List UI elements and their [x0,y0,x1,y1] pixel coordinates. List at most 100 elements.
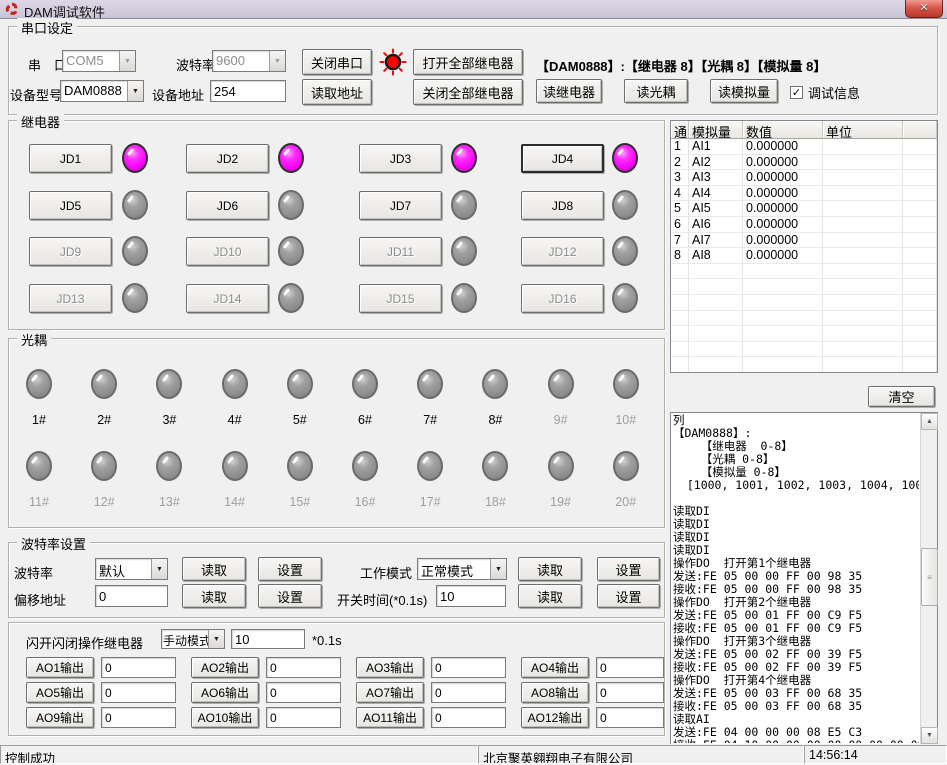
read-addr-button[interactable]: 读取地址 [302,79,372,105]
scrollbar-thumb[interactable]: ≡ [921,548,938,606]
relay-button-jd4[interactable]: JD4 [521,144,604,173]
opto-label-7: 7# [405,413,455,427]
ao-output-button-1[interactable]: AO1输出 [26,657,94,678]
table-cell [743,311,823,327]
table-cell [743,326,823,342]
table-cell [903,295,937,311]
switch-time-label: 开关时间(*0.1s) [337,590,427,609]
ao-value-input-12[interactable] [596,707,664,728]
log-scrollbar[interactable]: ▲ ≡ ▼ [920,413,937,744]
read-analog-button[interactable]: 读模拟量 [710,79,778,103]
clear-log-button[interactable]: 清空 [868,386,935,407]
table-cell: 0.000000 [743,139,823,155]
relay-button-jd2[interactable]: JD2 [186,144,269,173]
table-cell [823,311,903,327]
ao-output-button-11[interactable]: AO11输出 [356,707,424,728]
ao-value-input-1[interactable] [101,657,176,678]
read-relay-button[interactable]: 读继电器 [536,79,602,103]
opto-led-19 [548,451,574,481]
ao-output-button-10[interactable]: AO10输出 [191,707,259,728]
ao-value-input-10[interactable] [266,707,341,728]
ao-value-input-3[interactable] [431,657,506,678]
baud-read-button[interactable]: 读取 [182,557,246,581]
opto-label-9: 9# [536,413,586,427]
open-all-relays-button[interactable]: 打开全部继电器 [413,49,523,75]
switch-time-set-button[interactable]: 设置 [597,584,660,608]
table-cell: 5 [671,201,689,217]
chevron-down-icon: ▼ [119,51,135,71]
read-opto-button[interactable]: 读光耦 [624,79,688,103]
relay-button-jd6[interactable]: JD6 [186,191,269,220]
debug-info-checkbox[interactable]: ✓ 调试信息 [790,83,860,102]
table-row [671,357,937,373]
relay-button-jd1[interactable]: JD1 [29,144,112,173]
thumb-grip-icon: ≡ [927,573,932,582]
table-row: 3AI30.000000 [671,170,937,186]
table-cell: 0.000000 [743,201,823,217]
ao-value-input-8[interactable] [596,682,664,703]
relay-button-jd5[interactable]: JD5 [29,191,112,220]
opto-label-5: 5# [275,413,325,427]
opto-label-13: 13# [144,495,194,509]
model-label: 设备型号 [10,85,62,104]
close-button[interactable]: ✕ [905,0,943,18]
com-port-select[interactable]: COM5 ▼ [62,50,136,72]
baud-select[interactable]: 9600 ▼ [212,50,286,72]
device-addr-input[interactable] [210,80,286,102]
baud-value: 9600 [213,51,269,71]
baud-settings-group-label: 波特率设置 [17,534,90,553]
ao-output-button-3[interactable]: AO3输出 [356,657,424,678]
table-cell [671,342,689,358]
ao-value-input-5[interactable] [101,682,176,703]
ao-output-button-8[interactable]: AO8输出 [521,682,589,703]
table-cell [671,357,689,373]
work-mode-read-button[interactable]: 读取 [518,557,582,581]
ao-output-button-12[interactable]: AO12输出 [521,707,589,728]
device-model-select[interactable]: DAM0888 ▼ [60,80,144,102]
ao-value-input-11[interactable] [431,707,506,728]
ao-output-button-7[interactable]: AO7输出 [356,682,424,703]
ao-output-button-9[interactable]: AO9输出 [26,707,94,728]
baud-set-button[interactable]: 设置 [258,557,322,581]
flash-time-input[interactable] [231,629,305,649]
baud-setting-label: 波特率 [14,563,53,582]
log-panel: 列 【DAM0888】: 【继电器 0-8】 【光耦 0-8】 【模拟量 0-8… [670,412,938,745]
table-cell: AI7 [689,233,743,249]
close-all-relays-button[interactable]: 关闭全部继电器 [413,79,523,105]
ao-output-button-2[interactable]: AO2输出 [191,657,259,678]
work-mode-set-button[interactable]: 设置 [597,557,660,581]
ao-output-button-5[interactable]: AO5输出 [26,682,94,703]
app-window: DAM调试软件 ✕ 串口设定 串 口 COM5 ▼ 波特率 9600 ▼ 关闭串… [0,0,947,765]
close-serial-button[interactable]: 关闭串口 [302,49,372,75]
opto-group-label: 光耦 [17,330,51,349]
work-mode-select[interactable]: 正常模式 ▼ [417,558,507,580]
relay-button-jd8[interactable]: JD8 [521,191,604,220]
ao-output-button-6[interactable]: AO6输出 [191,682,259,703]
scroll-down-icon[interactable]: ▼ [921,727,938,744]
opto-label-19: 19# [536,495,586,509]
opto-led-9 [548,369,574,399]
device-model-value: DAM0888 [61,81,127,101]
relay-button-jd3[interactable]: JD3 [359,144,442,173]
ao-output-button-4[interactable]: AO4输出 [521,657,589,678]
ao-value-input-2[interactable] [266,657,341,678]
ao-value-input-6[interactable] [266,682,341,703]
baud-label: 波特率 [176,55,215,74]
ao-value-input-4[interactable] [596,657,664,678]
scroll-up-icon[interactable]: ▲ [921,413,938,430]
table-cell [743,342,823,358]
switch-time-read-button[interactable]: 读取 [518,584,582,608]
switch-time-input[interactable] [436,585,506,607]
baud-setting-select[interactable]: 默认 ▼ [95,558,168,580]
offset-addr-input[interactable] [95,585,168,607]
opto-label-14: 14# [210,495,260,509]
offset-read-button[interactable]: 读取 [182,584,246,608]
table-cell [823,201,903,217]
ao-value-input-7[interactable] [431,682,506,703]
table-cell [689,279,743,295]
flash-mode-select[interactable]: 手动模式 ▼ [161,629,225,649]
offset-set-button[interactable]: 设置 [258,584,322,608]
ao-value-input-9[interactable] [101,707,176,728]
table-cell: 4 [671,186,689,202]
relay-button-jd7[interactable]: JD7 [359,191,442,220]
